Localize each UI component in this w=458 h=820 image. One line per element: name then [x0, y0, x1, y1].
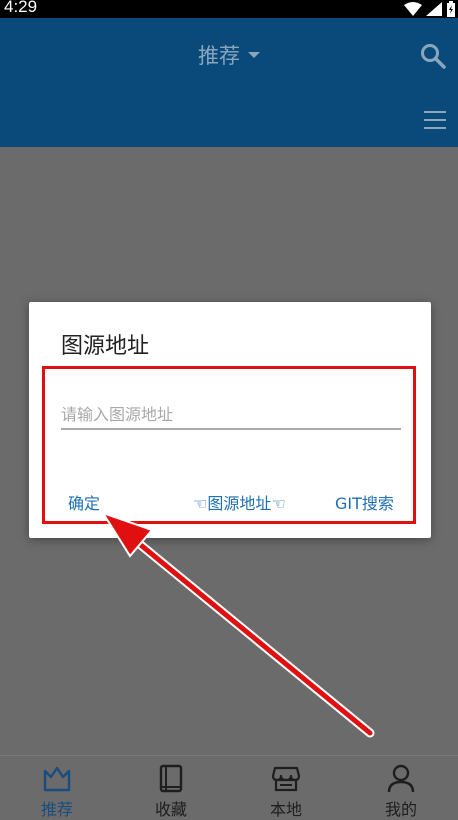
person-icon	[387, 764, 415, 793]
confirm-button[interactable]: 确定	[68, 490, 100, 514]
bottom-nav: 推荐 收藏 本地 我的	[0, 755, 458, 820]
crown-icon	[43, 766, 71, 792]
store-icon	[271, 766, 301, 792]
nav-item-favorites[interactable]: 收藏	[114, 756, 228, 820]
search-icon[interactable]	[420, 43, 446, 69]
book-icon	[159, 764, 183, 793]
nav-item-recommend[interactable]: 推荐	[0, 756, 114, 820]
signal-icon	[426, 2, 442, 16]
app-bar: 推荐	[0, 18, 458, 147]
caret-down-icon	[248, 52, 260, 58]
menu-icon[interactable]	[424, 110, 446, 130]
wifi-icon	[404, 2, 422, 16]
status-icons	[404, 1, 456, 17]
dialog-title: 图源地址	[61, 334, 150, 359]
status-time: 4:29	[4, 0, 38, 16]
nav-label: 我的	[384, 800, 417, 819]
battery-icon	[447, 1, 455, 17]
source-url-input[interactable]	[61, 400, 401, 428]
nav-item-mine[interactable]: 我的	[344, 756, 458, 820]
source-url-button[interactable]: ☜图源地址☜	[193, 490, 286, 514]
nav-label: 推荐	[40, 800, 73, 819]
category-dropdown[interactable]: 推荐	[0, 40, 458, 70]
git-search-button[interactable]: GIT搜索	[335, 490, 394, 514]
status-bar: 4:29	[0, 0, 458, 18]
page-title: 推荐	[198, 44, 240, 68]
source-url-field[interactable]	[61, 400, 401, 430]
nav-label: 本地	[269, 800, 302, 819]
nav-label: 收藏	[154, 800, 187, 819]
nav-item-local[interactable]: 本地	[229, 756, 343, 820]
source-url-dialog: 图源地址 确定 ☜图源地址☜ GIT搜索	[29, 302, 431, 538]
